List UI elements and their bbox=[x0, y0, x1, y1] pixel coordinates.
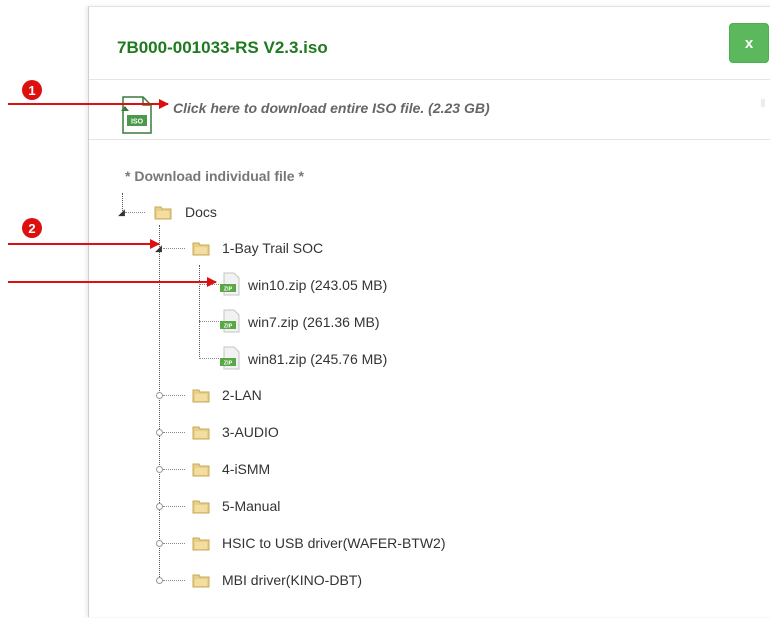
annotation-badge-2: 2 bbox=[22, 218, 42, 238]
annotation-arrows bbox=[8, 99, 217, 287]
annotation-badge-1: 1 bbox=[22, 80, 42, 100]
